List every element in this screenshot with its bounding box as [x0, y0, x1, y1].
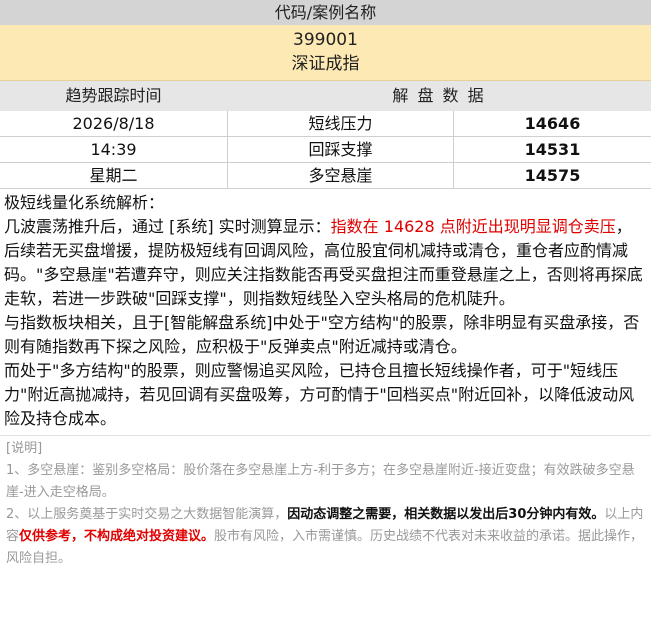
row-label: 回踩支撑: [228, 137, 454, 162]
row-value: 14531: [524, 140, 581, 159]
table-row: 2026/8/18 短线压力 14646: [0, 111, 651, 137]
row-label: 短线压力: [228, 111, 454, 136]
col-data-header: 解 盘 数 据: [392, 86, 486, 105]
row-time: 2026/8/18: [0, 111, 228, 136]
row-time: 14:39: [0, 137, 228, 162]
analysis-text: 几波震荡推升后，通过 [系统] 实时测算显示：: [4, 217, 331, 236]
stock-code: 399001: [293, 30, 358, 50]
analysis-section: 极短线量化系统解析： 几波震荡推升后，通过 [系统] 实时测算显示：指数在 14…: [0, 189, 651, 435]
table-row: 星期二 多空悬崖 14575: [0, 163, 651, 189]
analysis-paragraph-2: 与指数板块相关，且于[智能解盘系统]中处于"空方结构"的股票，除非明显有买盘承接…: [4, 313, 640, 356]
stock-header: 399001 深证成指: [0, 25, 651, 81]
row-value: 14575: [524, 166, 581, 185]
analysis-highlight: 指数在 14628 点附近出现明显调仓卖压: [330, 217, 616, 236]
note-disclaimer: 仅供参考，不构成绝对投资建议。: [19, 529, 215, 544]
analysis-paragraph-1: 几波震荡推升后，通过 [系统] 实时测算显示：指数在 14628 点附近出现明显…: [4, 215, 647, 311]
notes-section: [说明] 1、多空悬崖：鉴别多空格局：股价落在多空悬崖上方-利于多方；在多空悬崖…: [0, 435, 651, 570]
analysis-heading: 极短线量化系统解析：: [4, 193, 165, 212]
note-validity: 因动态调整之需要，相关数据以发出后30分钟内有效。: [287, 507, 605, 522]
notes-label: [说明]: [6, 441, 43, 456]
note-2: 2、以上服务奠基于实时交易之大数据智能演算，因动态调整之需要，相关数据以发出后3…: [6, 504, 645, 570]
header-title: 代码/案例名称: [0, 0, 651, 25]
report-card: 代码/案例名称 399001 深证成指 趋势跟踪时间 解 盘 数 据 2026/…: [0, 0, 651, 570]
row-value: 14646: [524, 114, 581, 133]
note-1: 1、多空悬崖：鉴别多空格局：股价落在多空悬崖上方-利于多方；在多空悬崖附近-接近…: [6, 463, 635, 500]
stock-name: 深证成指: [0, 52, 651, 81]
table-row: 14:39 回踩支撑 14531: [0, 137, 651, 163]
row-label: 多空悬崖: [228, 163, 454, 188]
analysis-paragraph-3: 而处于"多方结构"的股票，则应警惕追买风险，已持仓且擅长短线操作者，可于"短线压…: [4, 361, 635, 428]
col-time-header: 趋势跟踪时间: [65, 86, 162, 105]
note-text: 2、以上服务奠基于实时交易之大数据智能演算，: [6, 507, 288, 522]
table-header: 趋势跟踪时间 解 盘 数 据: [0, 81, 651, 111]
row-time: 星期二: [0, 163, 228, 188]
